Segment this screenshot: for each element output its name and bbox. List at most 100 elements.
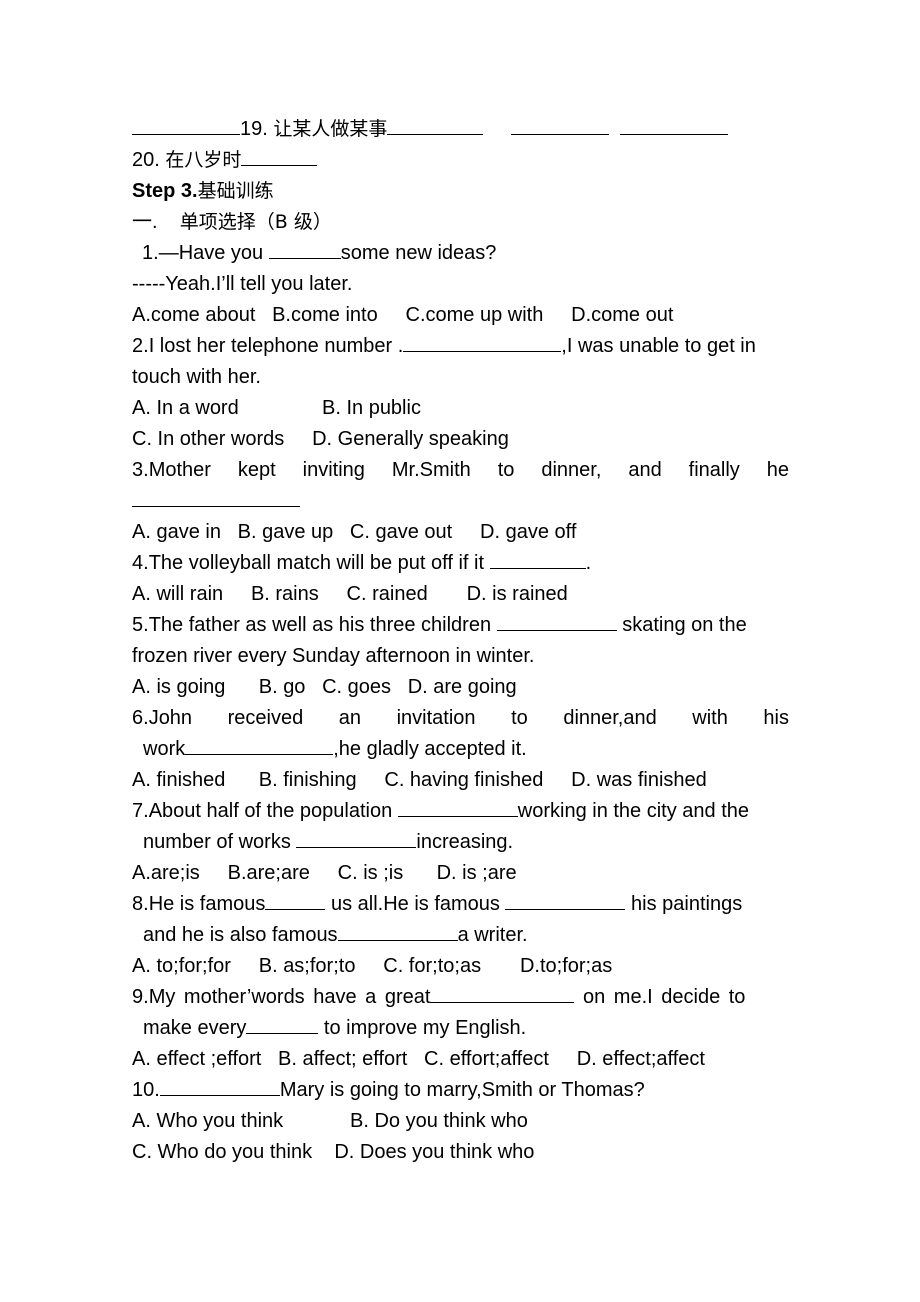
item-number: 19.	[240, 118, 268, 140]
option-b[interactable]: B. finishing	[259, 765, 357, 796]
option-c[interactable]: C. effort;affect	[424, 1044, 549, 1075]
option-a[interactable]: A. In a word	[132, 393, 322, 424]
options-8: A. to;for;for B. as;for;to C. for;to;as …	[132, 951, 789, 982]
option-c[interactable]: C. goes	[322, 672, 391, 703]
question-7-cont: number of works increasing.	[132, 827, 789, 858]
option-c[interactable]: C. is ;is	[338, 858, 404, 889]
option-c[interactable]: C.come up with	[406, 300, 544, 331]
option-d[interactable]: D. Generally speaking	[312, 424, 509, 455]
question-text: skating on the	[616, 614, 747, 636]
option-d[interactable]: D.to;for;as	[520, 951, 612, 982]
question-10: 10. Mary is going to marry,Smith or Thoma…	[132, 1075, 789, 1106]
answer-blank[interactable]	[265, 891, 326, 910]
question-text: work	[143, 738, 186, 760]
answer-blank[interactable]	[241, 147, 318, 166]
question-number: 4.	[132, 552, 149, 574]
option-a[interactable]: A. Who you think	[132, 1106, 350, 1137]
question-6-cont: work ,he gladly accepted it.	[132, 734, 789, 765]
option-d[interactable]: D. effect;affect	[577, 1044, 705, 1075]
section-heading: Step 3.基础训练	[132, 176, 789, 207]
option-a[interactable]: A. finished	[132, 765, 225, 796]
option-c[interactable]: C. In other words	[132, 424, 284, 455]
question-1: 1.—Have you some new ideas?	[132, 238, 789, 269]
option-d[interactable]: D.come out	[571, 300, 673, 331]
question-text: make every	[143, 1017, 247, 1039]
option-d[interactable]: D. are going	[408, 672, 517, 703]
answer-blank[interactable]	[268, 240, 341, 259]
question-text: number of works	[143, 831, 297, 853]
option-a[interactable]: A. is going	[132, 672, 225, 703]
question-text: to improve my English.	[318, 1017, 527, 1039]
answer-blank[interactable]	[489, 550, 586, 569]
question-text: Mother kept inviting Mr.Smith to dinner,…	[148, 459, 789, 481]
answer-blank[interactable]	[397, 798, 518, 817]
answer-blank[interactable]	[185, 736, 334, 755]
answer-blank[interactable]	[430, 984, 575, 1003]
option-a[interactable]: A.come about	[132, 300, 255, 331]
question-text: his paintings	[625, 893, 743, 915]
question-text: John received an invitation to dinner,an…	[148, 707, 789, 729]
option-c[interactable]: C. Who do you think	[132, 1137, 312, 1168]
option-d[interactable]: D. was finished	[571, 765, 707, 796]
option-a[interactable]: A. will rain	[132, 579, 223, 610]
question-text: on me.I decide to	[574, 986, 746, 1008]
answer-blank[interactable]	[387, 116, 484, 135]
answer-blank[interactable]	[246, 1015, 319, 1034]
option-a[interactable]: A.are;is	[132, 858, 200, 889]
item-text: 让某人做某事	[273, 118, 388, 140]
answer-blank[interactable]	[620, 116, 729, 135]
step-title: 基础训练	[197, 180, 274, 202]
option-b[interactable]: B.come into	[272, 300, 378, 331]
option-c[interactable]: C. rained	[347, 579, 428, 610]
options-1: A.come about B.come into C.come up with …	[132, 300, 789, 331]
option-b[interactable]: B. In public	[322, 393, 421, 424]
question-text: working in the city and the	[517, 800, 750, 822]
question-4: 4.The volleyball match will be put off i…	[132, 548, 789, 579]
option-c[interactable]: C. gave out	[350, 517, 452, 548]
option-d[interactable]: D. is ;are	[437, 858, 517, 889]
option-d[interactable]: D. gave off	[480, 517, 576, 548]
options-3: A. gave in B. gave up C. gave out D. gav…	[132, 517, 789, 548]
question-number: 10.	[132, 1079, 160, 1101]
answer-blank[interactable]	[132, 116, 240, 135]
options-2-row-2: C. In other words D. Generally speaking	[132, 424, 789, 455]
question-3-blank-line	[132, 486, 789, 517]
question-number: 2.	[132, 335, 149, 357]
option-a[interactable]: A. to;for;for	[132, 951, 231, 982]
option-c[interactable]: C. having finished	[384, 765, 543, 796]
answer-blank[interactable]	[159, 1077, 280, 1096]
answer-blank[interactable]	[296, 829, 417, 848]
question-2-cont: touch with her.	[132, 366, 261, 388]
option-b[interactable]: B. gave up	[238, 517, 334, 548]
question-text: About half of the population	[148, 800, 398, 822]
answer-blank[interactable]	[337, 922, 458, 941]
question-text: increasing.	[416, 831, 514, 853]
answer-blank[interactable]	[403, 333, 562, 352]
option-b[interactable]: B. rains	[251, 579, 319, 610]
answer-blank[interactable]	[132, 488, 300, 507]
answer-blank[interactable]	[505, 891, 626, 910]
step-label: Step 3.	[132, 180, 198, 202]
vocab-item-20: 20. 在八岁时	[132, 145, 789, 176]
question-text: and he is also famous	[143, 924, 338, 946]
question-text: us all.He is famous	[325, 893, 506, 915]
question-text: He is famous	[148, 893, 266, 915]
options-4: A. will rain B. rains C. rained D. is ra…	[132, 579, 789, 610]
option-b[interactable]: B. as;for;to	[259, 951, 356, 982]
answer-blank[interactable]	[496, 612, 617, 631]
question-number: 5.	[132, 614, 149, 636]
question-text: My mother’words have a great	[148, 986, 431, 1008]
option-b[interactable]: B. Do you think who	[350, 1106, 528, 1137]
option-a[interactable]: A. gave in	[132, 517, 221, 548]
item-text: 在八岁时	[165, 149, 242, 171]
option-d[interactable]: D. is rained	[467, 579, 568, 610]
answer-blank[interactable]	[511, 116, 610, 135]
option-c[interactable]: C. for;to;as	[383, 951, 481, 982]
option-a[interactable]: A. effect ;effort	[132, 1044, 261, 1075]
option-d[interactable]: D. Does you think who	[334, 1137, 534, 1168]
option-b[interactable]: B. affect; effort	[278, 1044, 407, 1075]
option-b[interactable]: B. go	[259, 672, 306, 703]
option-b[interactable]: B.are;are	[228, 858, 310, 889]
question-7: 7.About half of the population working i…	[132, 796, 789, 827]
question-text: .	[585, 552, 592, 574]
